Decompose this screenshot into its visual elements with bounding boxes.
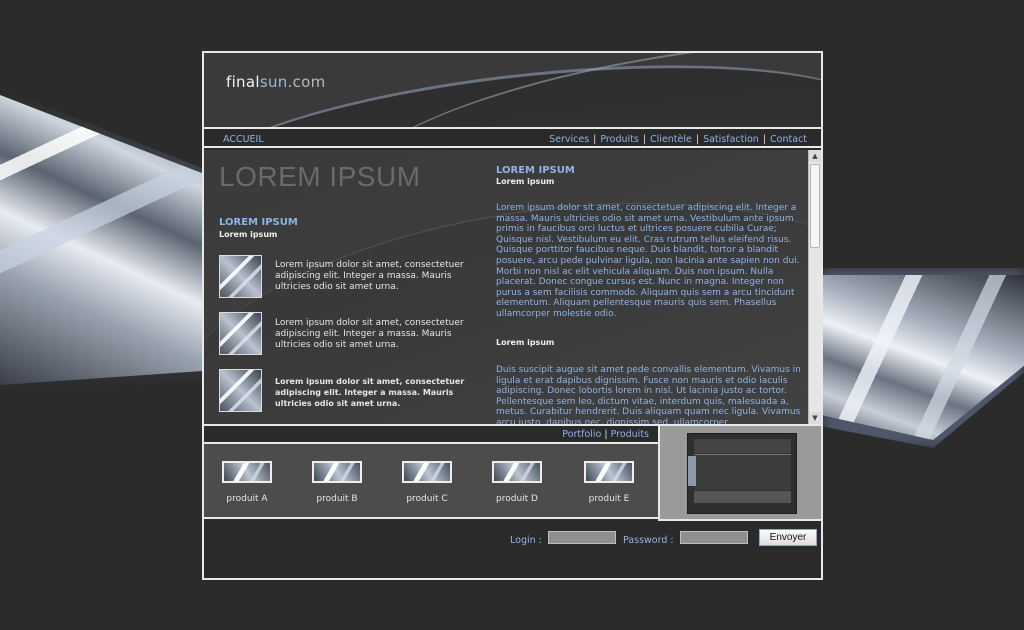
- item-text-2: Lorem ipsum dolor sit amet, consectetuer…: [275, 318, 464, 350]
- background-art-right: [822, 275, 1024, 440]
- product-card-d[interactable]: produit D: [482, 461, 552, 504]
- login-bar: Login : Password : Envoyer: [204, 521, 821, 578]
- site-logo[interactable]: finalsun.com: [226, 73, 326, 91]
- product-thumbnail[interactable]: [492, 461, 542, 483]
- page-title: LOREM IPSUM: [219, 161, 421, 192]
- nav-link-services[interactable]: Services: [549, 134, 589, 145]
- nav-link-satisfaction[interactable]: Satisfaction: [703, 134, 759, 145]
- logo-part-sun: sun: [259, 73, 288, 91]
- nav-link-clientele[interactable]: Clientèle: [650, 134, 692, 145]
- product-label[interactable]: produit B: [302, 494, 372, 504]
- product-thumbnail[interactable]: [402, 461, 452, 483]
- product-card-e[interactable]: produit E: [574, 461, 644, 504]
- item-text-3: Lorem ipsum dolor sit amet, consectetuer…: [275, 377, 465, 408]
- password-input[interactable]: [680, 531, 748, 544]
- portfolio-separator: |: [604, 429, 608, 440]
- right-paragraph-1: Lorem ipsum dolor sit amet, consectetuer…: [496, 203, 800, 319]
- products-link[interactable]: Produits: [611, 429, 649, 440]
- left-section-subtitle: Lorem ipsum: [219, 230, 278, 239]
- item-thumbnail-1[interactable]: [219, 255, 262, 298]
- product-thumbnail[interactable]: [312, 461, 362, 483]
- portfolio-links: Portfolio | Produits: [562, 429, 649, 440]
- nav-link-contact[interactable]: Contact: [770, 134, 807, 145]
- logo-part-domain: .com: [287, 73, 326, 91]
- content-scrollbar[interactable]: ▲ ▼: [808, 150, 821, 424]
- site-preview-panel: [658, 424, 821, 521]
- nav-links: Services | Produits | Clientèle | Satisfaction…: [549, 134, 807, 145]
- product-thumbnail[interactable]: [222, 461, 272, 483]
- site-preview-screenshot[interactable]: [687, 433, 797, 514]
- product-gallery: produit A produit B produit C produit D …: [204, 444, 658, 519]
- scrollbar-thumb[interactable]: [810, 164, 820, 248]
- nav-link-produits[interactable]: Produits: [600, 134, 638, 145]
- login-label: Login :: [510, 535, 542, 546]
- preview-content: [694, 454, 791, 490]
- right-section-subtitle-2: Lorem ipsum: [496, 338, 555, 347]
- item-text-1: Lorem ipsum dolor sit amet, consectetuer…: [275, 260, 464, 292]
- logo-part-final: final: [226, 73, 260, 91]
- background-art-left: [0, 95, 210, 385]
- scroll-up-arrow-icon[interactable]: ▲: [809, 150, 821, 162]
- item-thumbnail-2[interactable]: [219, 312, 262, 355]
- product-card-a[interactable]: produit A: [212, 461, 282, 504]
- portfolio-bar: Portfolio | Produits: [204, 424, 658, 444]
- item-thumbnail-3[interactable]: [219, 369, 262, 412]
- password-label: Password :: [623, 535, 674, 546]
- preview-footer: [694, 491, 791, 503]
- nav-separator: |: [762, 134, 767, 145]
- top-nav: ACCUEIL Services | Produits | Clientèle | Sati…: [204, 131, 821, 148]
- product-label[interactable]: produit E: [574, 494, 644, 504]
- site-header: finalsun.com: [204, 53, 821, 129]
- right-paragraph-2: Duis suscipit augue sit amet pede conval…: [496, 365, 801, 424]
- nav-separator: |: [695, 134, 700, 145]
- nav-separator: |: [593, 134, 597, 145]
- right-section-subtitle: Lorem ipsum: [496, 177, 555, 186]
- left-section-title: LOREM IPSUM: [219, 217, 298, 228]
- product-label[interactable]: produit D: [482, 494, 552, 504]
- right-section-title: LOREM IPSUM: [496, 165, 575, 176]
- site-frame: finalsun.com ACCUEIL Services | Produits | C…: [202, 51, 823, 580]
- preview-accent: [688, 456, 696, 486]
- main-content: LOREM IPSUM LOREM IPSUM Lorem ipsum Lore…: [204, 150, 808, 424]
- product-thumbnail[interactable]: [584, 461, 634, 483]
- portfolio-link[interactable]: Portfolio: [562, 429, 601, 440]
- preview-header: [694, 439, 791, 453]
- nav-separator: |: [642, 134, 647, 145]
- product-label[interactable]: produit A: [212, 494, 282, 504]
- product-card-b[interactable]: produit B: [302, 461, 372, 504]
- product-label[interactable]: produit C: [392, 494, 462, 504]
- scroll-down-arrow-icon[interactable]: ▼: [809, 412, 821, 424]
- product-card-c[interactable]: produit C: [392, 461, 462, 504]
- nav-home-link[interactable]: ACCUEIL: [223, 134, 264, 145]
- submit-button[interactable]: Envoyer: [759, 529, 817, 546]
- login-input[interactable]: [548, 531, 616, 544]
